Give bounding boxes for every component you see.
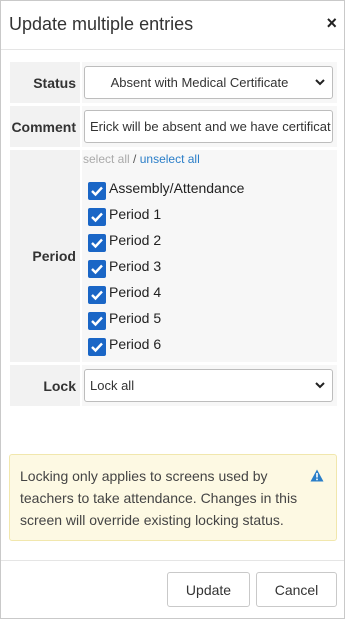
period-checkbox-label: Period 6 xyxy=(109,336,162,352)
comment-input-value: Erick will be absent and we have certifi… xyxy=(90,119,331,134)
comment-input[interactable]: Erick will be absent and we have certifi… xyxy=(84,110,333,143)
period-checkbox-label: Period 5 xyxy=(109,310,162,326)
dialog-title: Update multiple entries xyxy=(9,14,194,34)
period-checkbox-item[interactable]: Period 1 xyxy=(88,204,162,226)
period-checkbox-label: Period 1 xyxy=(109,206,162,222)
warning-icon xyxy=(310,469,324,487)
period-checkbox-item[interactable]: Period 6 xyxy=(88,334,162,356)
locking-alert: Locking only applies to screens used by … xyxy=(9,454,337,541)
unselect-all-link[interactable]: unselect all xyxy=(140,152,200,166)
update-button[interactable]: Update xyxy=(167,572,250,607)
lock-select[interactable]: Lock all xyxy=(84,369,333,402)
dialog-footer: Update Cancel xyxy=(1,560,344,618)
checkbox-checked-icon[interactable] xyxy=(88,208,106,226)
status-select-value: Absent with Medical Certificate xyxy=(110,75,289,90)
dialog-header: Update multiple entries × xyxy=(1,1,344,50)
lock-label: Lock xyxy=(10,365,80,406)
checkbox-checked-icon[interactable] xyxy=(88,312,106,330)
period-checkbox-item[interactable]: Assembly/Attendance xyxy=(88,178,245,200)
update-multiple-entries-dialog: Update multiple entries × Status Absent … xyxy=(0,0,345,619)
status-label: Status xyxy=(10,62,80,103)
checkbox-checked-icon[interactable] xyxy=(88,234,106,252)
checkbox-checked-icon[interactable] xyxy=(88,182,106,200)
cancel-button[interactable]: Cancel xyxy=(256,572,337,607)
checkbox-checked-icon[interactable] xyxy=(88,286,106,304)
period-label: Period xyxy=(10,150,80,362)
checkbox-checked-icon[interactable] xyxy=(88,338,106,356)
lock-select-value: Lock all xyxy=(90,378,135,393)
period-checkbox-item[interactable]: Period 2 xyxy=(88,230,162,252)
period-checkbox-label: Period 2 xyxy=(109,232,162,248)
chevron-down-icon xyxy=(314,76,326,91)
period-checkbox-label: Period 3 xyxy=(109,258,162,274)
period-checkbox-item[interactable]: Period 5 xyxy=(88,308,162,330)
alert-text: Locking only applies to screens used by … xyxy=(20,468,298,528)
link-separator: / xyxy=(133,152,137,166)
checkbox-checked-icon[interactable] xyxy=(88,260,106,278)
period-checkbox-item[interactable]: Period 3 xyxy=(88,256,162,278)
chevron-down-icon xyxy=(314,379,326,394)
period-checkbox-label: Assembly/Attendance xyxy=(109,180,245,196)
status-select[interactable]: Absent with Medical Certificate xyxy=(84,66,333,99)
close-icon[interactable]: × xyxy=(326,14,337,32)
select-all-link[interactable]: select all xyxy=(83,152,130,166)
comment-label: Comment xyxy=(10,106,80,147)
period-checkbox-item[interactable]: Period 4 xyxy=(88,282,162,304)
period-checkbox-label: Period 4 xyxy=(109,284,162,300)
select-links: select all / unselect all xyxy=(83,152,200,166)
